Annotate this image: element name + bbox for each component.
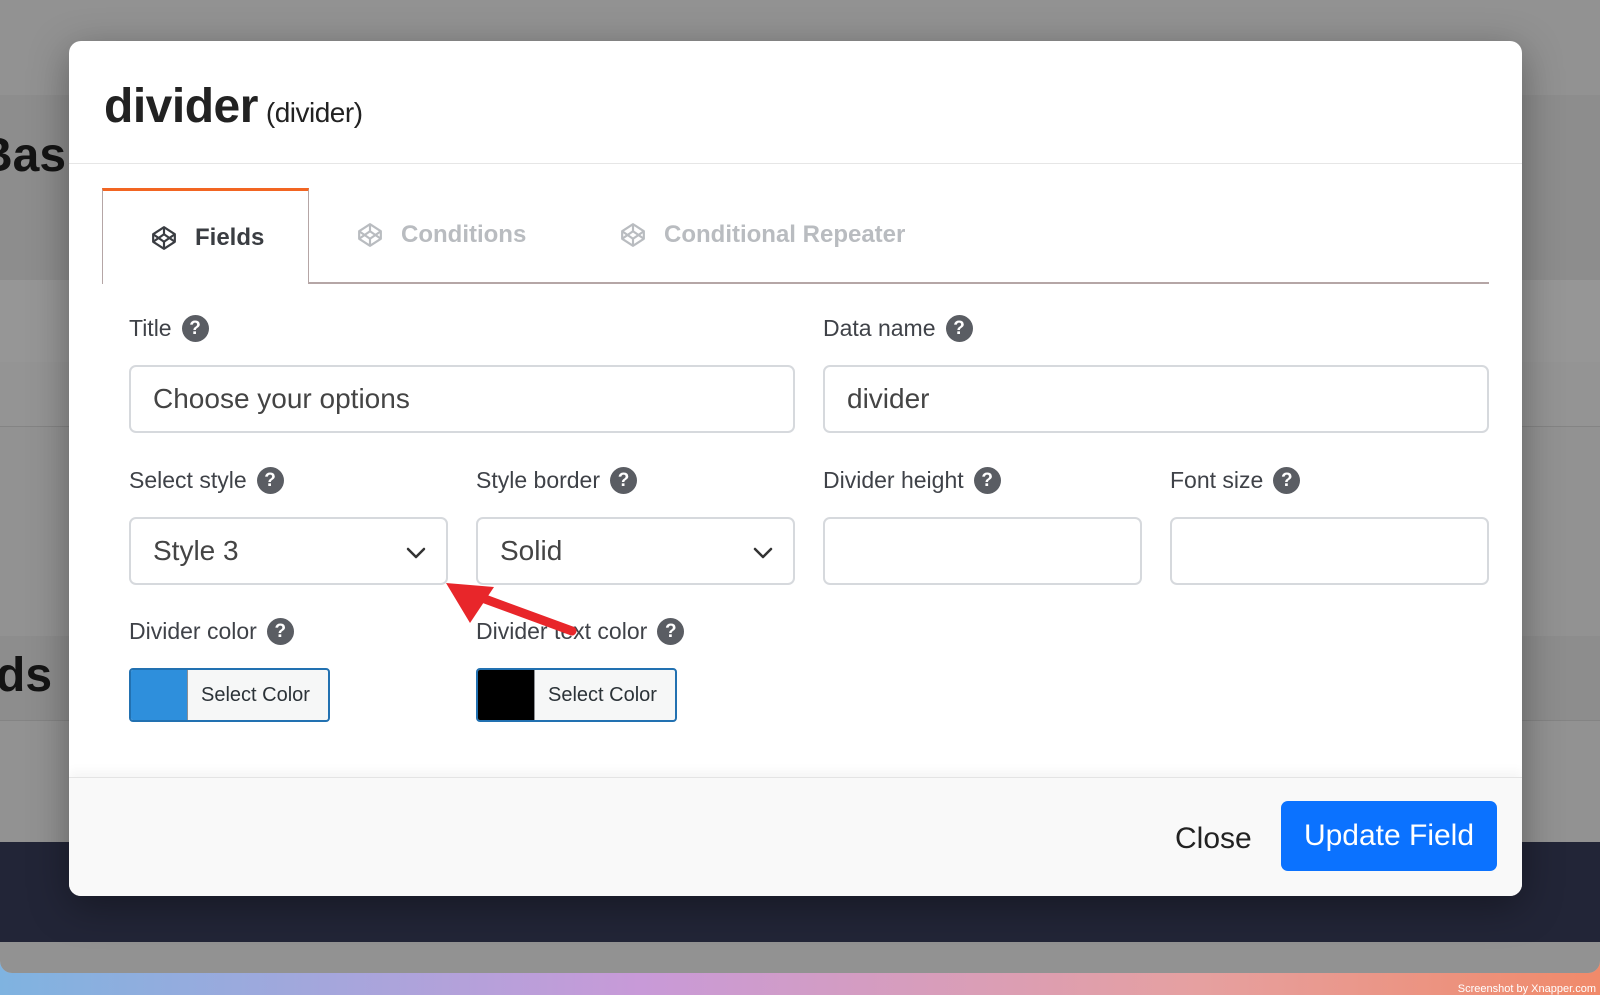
- select-color-button[interactable]: Select Color: [188, 670, 323, 720]
- data-name-label: Data name ?: [823, 315, 973, 342]
- label-text: Divider height: [823, 467, 964, 493]
- tab-label: Conditions: [401, 221, 527, 248]
- style-border-value: Solid: [500, 535, 563, 566]
- style-border-label: Style border ?: [476, 467, 638, 494]
- divider-color-label: Divider color ?: [129, 618, 294, 645]
- chevron-down-icon: [406, 547, 426, 559]
- tab-label: Conditional Repeater: [664, 221, 906, 248]
- help-icon[interactable]: ?: [657, 618, 685, 645]
- help-icon[interactable]: ?: [610, 467, 638, 494]
- title-input[interactable]: Choose your options: [129, 365, 795, 433]
- color-swatch[interactable]: [478, 670, 535, 720]
- tab-label: Fields: [195, 223, 265, 251]
- label-text: Data name: [823, 315, 936, 341]
- label-text: Font size: [1170, 467, 1264, 493]
- annotation-arrow-icon: [446, 583, 577, 636]
- help-icon[interactable]: ?: [973, 467, 1001, 494]
- field-settings-modal: divider (divider) Fields Conditions Condi…: [69, 41, 1522, 896]
- tab-fields[interactable]: Fields: [102, 188, 309, 284]
- select-style-label: Select style ?: [129, 467, 284, 494]
- help-icon[interactable]: ?: [266, 618, 294, 645]
- font-size-label: Font size ?: [1170, 467, 1301, 494]
- codepen-icon: [152, 225, 176, 250]
- title-label: Title ?: [129, 315, 209, 342]
- label-text: Divider color: [129, 618, 257, 644]
- chevron-down-icon: [753, 547, 773, 559]
- modal-header: divider (divider): [69, 41, 1522, 164]
- tab-conditions[interactable]: Conditions: [309, 188, 571, 282]
- divider-height-label: Divider height ?: [823, 467, 1001, 494]
- codepen-icon: [358, 223, 382, 247]
- select-color-button[interactable]: Select Color: [535, 670, 670, 720]
- help-icon[interactable]: ?: [256, 467, 284, 494]
- modal-title: divider (divider): [104, 79, 363, 134]
- screenshot-credit: Screenshot by Xnapper.com: [1457, 983, 1596, 995]
- divider-height-input[interactable]: [823, 517, 1142, 585]
- tab-bar: Fields Conditions Conditional Repeater: [102, 188, 1489, 284]
- color-swatch[interactable]: [131, 670, 188, 720]
- divider-color-picker[interactable]: Select Color: [129, 668, 330, 722]
- help-icon[interactable]: ?: [1273, 467, 1301, 494]
- label-text: Style border: [476, 467, 601, 493]
- modal-footer: Close Update Field: [69, 777, 1522, 896]
- close-button[interactable]: Close: [1175, 818, 1252, 860]
- tab-conditional-repeater[interactable]: Conditional Repeater: [572, 188, 972, 282]
- font-size-input[interactable]: [1170, 517, 1489, 585]
- style-border-dropdown[interactable]: Solid: [476, 517, 795, 585]
- label-text: Title: [129, 315, 172, 341]
- modal-subtitle: (divider): [265, 97, 363, 128]
- label-text: Select style: [129, 467, 247, 493]
- update-field-button[interactable]: Update Field: [1281, 801, 1497, 871]
- help-icon[interactable]: ?: [945, 315, 973, 342]
- data-name-input[interactable]: divider: [823, 365, 1489, 433]
- help-icon[interactable]: ?: [181, 315, 209, 342]
- select-style-value: Style 3: [153, 535, 239, 566]
- codepen-icon: [621, 223, 645, 247]
- select-style-dropdown[interactable]: Style 3: [129, 517, 448, 585]
- divider-text-color-picker[interactable]: Select Color: [476, 668, 677, 722]
- modal-title-text: divider: [104, 80, 258, 133]
